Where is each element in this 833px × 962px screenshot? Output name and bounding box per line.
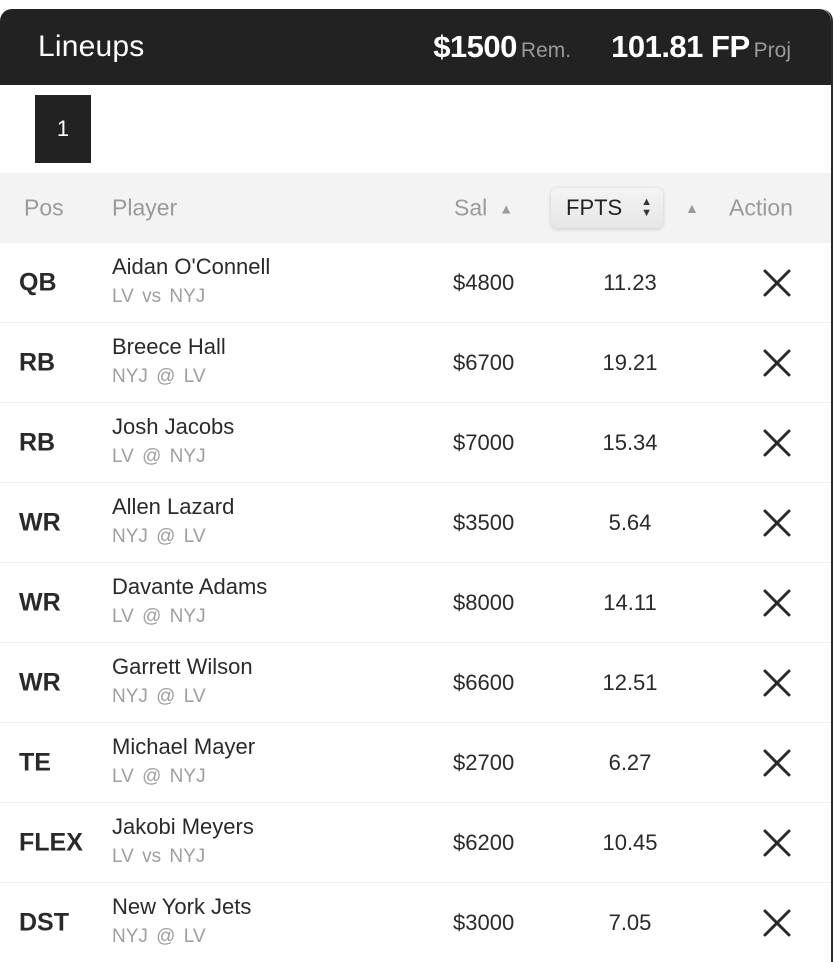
player-position: QB (19, 268, 57, 296)
player-fpts: 15.34 (602, 429, 658, 455)
player-name[interactable]: Josh Jacobs (112, 414, 234, 440)
sort-ascending-icon[interactable]: ▲ (499, 200, 513, 216)
points-column-select-value: FPTS (566, 195, 623, 220)
lineup-table-body: QB Aidan O'Connell LV vs NYJ $4800 11.23… (0, 243, 831, 962)
player-name[interactable]: New York Jets (112, 894, 251, 920)
column-header-action: Action (729, 194, 793, 221)
player-fpts: 6.27 (608, 749, 652, 775)
lineup-tab-1[interactable]: 1 (35, 95, 91, 163)
close-icon[interactable] (760, 506, 794, 540)
close-icon[interactable] (760, 746, 794, 780)
column-header-sal-label: Sal (454, 194, 488, 221)
player-salary: $2700 (453, 749, 515, 775)
table-row: TE Michael Mayer LV @ NYJ $2700 6.27 (0, 723, 831, 803)
player-matchup: NYJ @ LV (112, 686, 206, 707)
player-salary: $4800 (453, 269, 515, 295)
player-name[interactable]: Breece Hall (112, 334, 226, 360)
salary-remaining-label: Rem. (520, 39, 572, 62)
player-name[interactable]: Allen Lazard (112, 494, 234, 520)
player-name[interactable]: Aidan O'Connell (112, 254, 270, 280)
column-header-player: Player (112, 194, 178, 221)
player-matchup: NYJ @ LV (112, 366, 206, 387)
player-fpts: 14.11 (603, 589, 657, 615)
player-matchup: NYJ @ LV (112, 926, 206, 947)
player-fpts: 10.45 (602, 829, 658, 855)
projected-points-label: Proj (753, 39, 791, 62)
player-matchup: LV @ NYJ (112, 766, 206, 787)
table-row: QB Aidan O'Connell LV vs NYJ $4800 11.23 (0, 243, 831, 323)
player-matchup: LV vs NYJ (112, 286, 206, 307)
player-salary: $6700 (453, 349, 515, 375)
table-row: WR Davante Adams LV @ NYJ $8000 14.11 (0, 563, 831, 643)
select-updown-icon: ▲ ▼ (641, 196, 652, 219)
player-fpts: 11.23 (603, 269, 657, 295)
salary-remaining: $1500 Rem. (433, 29, 571, 65)
table-row: RB Breece Hall NYJ @ LV $6700 19.21 (0, 323, 831, 403)
column-header-pos: Pos (24, 194, 64, 221)
close-icon[interactable] (760, 346, 794, 380)
close-icon[interactable] (760, 586, 794, 620)
player-position: WR (19, 508, 61, 536)
projected-points: 101.81 FP Proj (611, 29, 791, 65)
sort-ascending-icon[interactable]: ▲ (685, 200, 699, 216)
table-row: WR Allen Lazard NYJ @ LV $3500 5.64 (0, 483, 831, 563)
player-salary: $7000 (453, 429, 515, 455)
player-position: WR (19, 588, 61, 616)
player-salary: $6600 (453, 669, 515, 695)
table-row: RB Josh Jacobs LV @ NYJ $7000 15.34 (0, 403, 831, 483)
player-matchup: LV @ NYJ (112, 606, 206, 627)
table-header: Pos Player Sal ▲ FPTS ▲ ▼ ▲ Action (0, 173, 831, 243)
salary-remaining-value: $1500 (433, 29, 517, 64)
player-position: FLEX (19, 828, 83, 856)
player-position: RB (19, 428, 56, 456)
page-title: Lineups (38, 30, 145, 63)
player-fpts: 12.51 (602, 669, 658, 695)
player-name[interactable]: Davante Adams (112, 574, 267, 600)
points-column-select[interactable]: FPTS ▲ ▼ (551, 188, 663, 228)
player-name[interactable]: Jakobi Meyers (112, 814, 254, 840)
player-fpts: 5.64 (608, 509, 652, 535)
player-salary: $6200 (453, 829, 515, 855)
lineups-panel: Lineups $1500 Rem. 101.81 FP Proj 1 Pos … (0, 9, 833, 962)
player-fpts: 19.21 (602, 349, 658, 375)
player-position: RB (19, 348, 56, 376)
close-icon[interactable] (760, 426, 794, 460)
player-matchup: NYJ @ LV (112, 526, 206, 547)
table-row: DST New York Jets NYJ @ LV $3000 7.05 (0, 883, 831, 962)
player-position: DST (19, 908, 69, 936)
projected-points-value: 101.81 FP (611, 29, 750, 64)
player-matchup: LV vs NYJ (112, 846, 206, 867)
player-fpts: 7.05 (608, 909, 652, 935)
close-icon[interactable] (760, 906, 794, 940)
player-salary: $3500 (453, 509, 515, 535)
close-icon[interactable] (760, 826, 794, 860)
player-salary: $3000 (453, 909, 515, 935)
player-matchup: LV @ NYJ (112, 446, 206, 467)
player-position: WR (19, 668, 61, 696)
close-icon[interactable] (760, 666, 794, 700)
player-name[interactable]: Garrett Wilson (112, 654, 253, 680)
player-name[interactable]: Michael Mayer (112, 734, 255, 760)
table-row: WR Garrett Wilson NYJ @ LV $6600 12.51 (0, 643, 831, 723)
lineup-tabs: 1 (0, 85, 831, 173)
player-position: TE (19, 748, 51, 776)
player-salary: $8000 (453, 589, 515, 615)
table-row: FLEX Jakobi Meyers LV vs NYJ $6200 10.45 (0, 803, 831, 883)
close-icon[interactable] (760, 266, 794, 300)
lineups-header: Lineups $1500 Rem. 101.81 FP Proj (0, 9, 831, 85)
column-header-sal[interactable]: Sal ▲ (454, 195, 513, 222)
